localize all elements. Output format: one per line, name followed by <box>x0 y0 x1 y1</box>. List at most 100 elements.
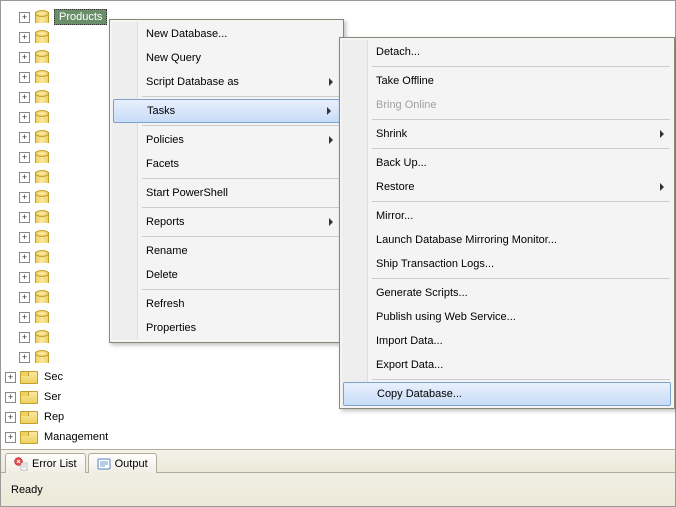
output-icon <box>97 457 111 471</box>
menu-item-take-offline[interactable]: Take Offline <box>342 69 672 93</box>
expand-icon[interactable] <box>19 72 30 83</box>
database-icon <box>34 130 50 144</box>
expand-icon[interactable] <box>19 112 30 123</box>
menu-item-generate-scripts[interactable]: Generate Scripts... <box>342 281 672 305</box>
menu-separator <box>142 289 339 290</box>
expand-icon[interactable] <box>19 212 30 223</box>
tree-item-label: Ser <box>40 390 65 404</box>
expand-icon[interactable] <box>19 312 30 323</box>
menu-separator <box>372 379 670 380</box>
database-icon <box>34 230 50 244</box>
tab-label: Output <box>115 458 148 470</box>
tab-label: Error List <box>32 458 77 470</box>
menu-item-label: Export Data... <box>376 359 443 371</box>
database-icon <box>34 270 50 284</box>
chevron-right-icon <box>329 218 333 226</box>
database-icon <box>34 170 50 184</box>
database-icon <box>34 350 50 364</box>
menu-item-properties[interactable]: Properties <box>112 316 341 340</box>
menu-item-label: Delete <box>146 269 178 281</box>
database-icon <box>34 250 50 264</box>
expand-icon[interactable] <box>5 392 16 403</box>
expand-icon[interactable] <box>19 292 30 303</box>
chevron-right-icon <box>660 130 664 138</box>
menu-separator <box>142 125 339 126</box>
menu-item-export-data[interactable]: Export Data... <box>342 353 672 377</box>
tree-item-label: Products <box>54 9 107 25</box>
folder-icon <box>20 431 36 444</box>
menu-item-facets[interactable]: Facets <box>112 152 341 176</box>
menu-item-label: Reports <box>146 216 185 228</box>
database-icon <box>34 150 50 164</box>
database-icon <box>34 190 50 204</box>
menu-item-delete[interactable]: Delete <box>112 263 341 287</box>
menu-item-shrink[interactable]: Shrink <box>342 122 672 146</box>
menu-separator <box>142 96 339 97</box>
menu-item-new-query[interactable]: New Query <box>112 46 341 70</box>
menu-item-label: Properties <box>146 322 196 334</box>
expand-icon[interactable] <box>19 32 30 43</box>
menu-separator <box>142 236 339 237</box>
menu-item-start-powershell[interactable]: Start PowerShell <box>112 181 341 205</box>
status-bar: Ready <box>1 473 675 506</box>
chevron-right-icon <box>329 136 333 144</box>
expand-icon[interactable] <box>19 232 30 243</box>
menu-item-rename[interactable]: Rename <box>112 239 341 263</box>
menu-item-back-up[interactable]: Back Up... <box>342 151 672 175</box>
menu-item-publish-using-web-service[interactable]: Publish using Web Service... <box>342 305 672 329</box>
menu-item-label: Mirror... <box>376 210 413 222</box>
folder-icon <box>20 371 36 384</box>
bottom-tabs-bar: Error List Output <box>1 449 675 473</box>
expand-icon[interactable] <box>19 332 30 343</box>
tab-error-list[interactable]: Error List <box>5 453 86 473</box>
menu-item-mirror[interactable]: Mirror... <box>342 204 672 228</box>
menu-separator <box>372 278 670 279</box>
menu-item-label: Bring Online <box>376 99 437 111</box>
menu-item-copy-database[interactable]: Copy Database... <box>343 382 671 406</box>
expand-icon[interactable] <box>19 172 30 183</box>
expand-icon[interactable] <box>5 372 16 383</box>
expand-icon[interactable] <box>19 192 30 203</box>
menu-item-new-database[interactable]: New Database... <box>112 22 341 46</box>
menu-separator <box>372 148 670 149</box>
menu-item-label: Start PowerShell <box>146 187 228 199</box>
menu-item-label: Generate Scripts... <box>376 287 468 299</box>
chevron-right-icon <box>327 107 331 115</box>
expand-icon[interactable] <box>5 412 16 423</box>
menu-item-tasks[interactable]: Tasks <box>113 99 340 123</box>
tree-item-folder[interactable]: Rep <box>5 407 675 427</box>
database-icon <box>34 210 50 224</box>
expand-icon[interactable] <box>19 252 30 263</box>
menu-separator <box>372 119 670 120</box>
menu-item-ship-transaction-logs[interactable]: Ship Transaction Logs... <box>342 252 672 276</box>
tree-item-folder[interactable]: Management <box>5 427 675 447</box>
menu-item-refresh[interactable]: Refresh <box>112 292 341 316</box>
menu-item-label: Restore <box>376 181 415 193</box>
menu-item-script-database-as[interactable]: Script Database as <box>112 70 341 94</box>
expand-icon[interactable] <box>19 272 30 283</box>
menu-separator <box>142 178 339 179</box>
expand-icon[interactable] <box>19 132 30 143</box>
menu-item-restore[interactable]: Restore <box>342 175 672 199</box>
menu-item-label: Back Up... <box>376 157 427 169</box>
expand-icon[interactable] <box>5 432 16 443</box>
context-menu-database: New Database...New Query Script Database … <box>109 19 344 343</box>
submenu-tasks: Detach... Take Offline Bring Online Shrink B… <box>339 37 675 409</box>
tree-item-label: Management <box>40 430 112 444</box>
menu-item-label: Tasks <box>147 105 175 117</box>
expand-icon[interactable] <box>19 92 30 103</box>
expand-icon[interactable] <box>19 152 30 163</box>
menu-item-detach[interactable]: Detach... <box>342 40 672 64</box>
tab-output[interactable]: Output <box>88 453 157 473</box>
expand-icon[interactable] <box>19 12 30 23</box>
menu-item-bring-online: Bring Online <box>342 93 672 117</box>
database-icon <box>34 10 50 24</box>
menu-item-import-data[interactable]: Import Data... <box>342 329 672 353</box>
menu-separator <box>372 201 670 202</box>
expand-icon[interactable] <box>19 52 30 63</box>
menu-item-reports[interactable]: Reports <box>112 210 341 234</box>
menu-item-launch-database-mirroring-monitor[interactable]: Launch Database Mirroring Monitor... <box>342 228 672 252</box>
menu-item-label: Script Database as <box>146 76 239 88</box>
expand-icon[interactable] <box>19 352 30 363</box>
menu-item-policies[interactable]: Policies <box>112 128 341 152</box>
